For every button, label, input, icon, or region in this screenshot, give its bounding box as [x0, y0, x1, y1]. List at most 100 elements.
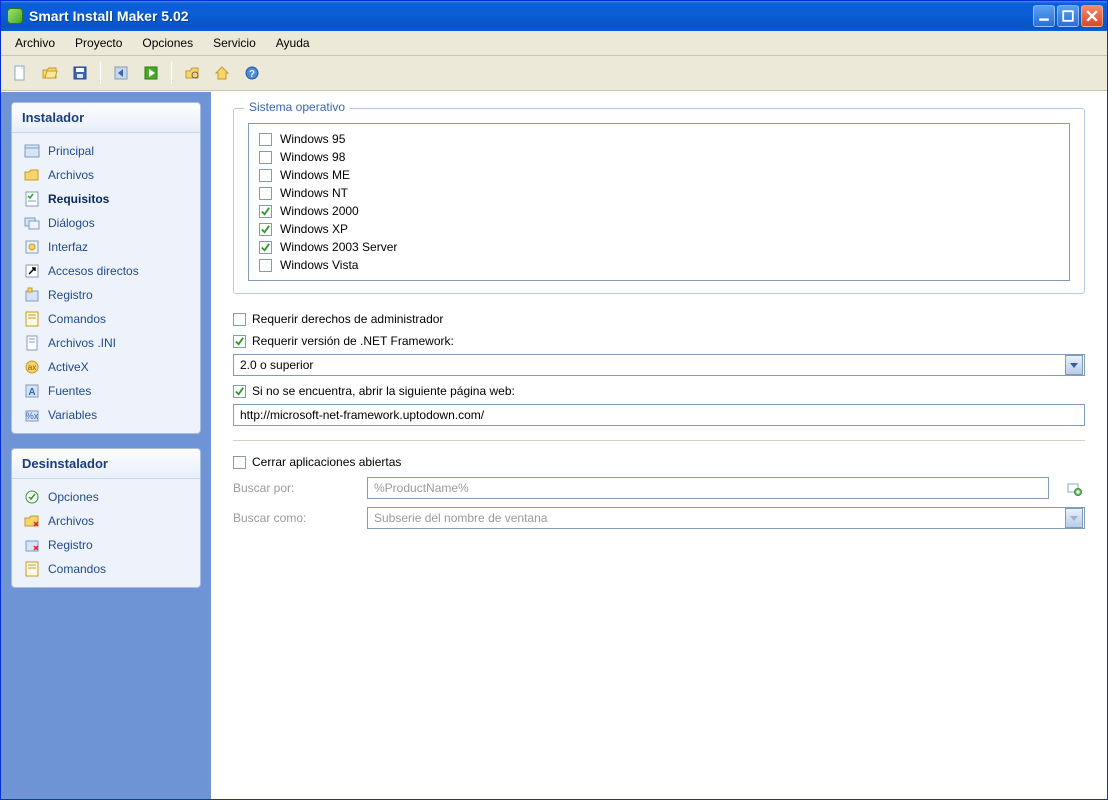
sidebar-item-di-logos[interactable]: Diálogos: [14, 211, 198, 235]
os-label: Windows 95: [280, 132, 345, 146]
menu-archivo[interactable]: Archivo: [7, 33, 63, 53]
openweb-row[interactable]: Si no se encuentra, abrir la siguiente p…: [233, 384, 1085, 398]
closeapps-checkbox[interactable]: [233, 456, 246, 469]
os-checkbox[interactable]: [259, 241, 272, 254]
search-by-input: %ProductName%: [367, 477, 1049, 499]
sidebar-item-archivos[interactable]: Archivos: [14, 509, 198, 533]
os-listbox[interactable]: Windows 95 Windows 98 Windows ME Windows NT…: [248, 123, 1070, 281]
save-button[interactable]: [67, 60, 93, 86]
settings-button[interactable]: [179, 60, 205, 86]
toolbar: [1, 56, 1107, 91]
sidebar: InstaladorPrincipalArchivosRequisitosDiá…: [1, 92, 211, 799]
sidebar-panel: DesinstaladorOpcionesArchivosRegistroCom…: [11, 448, 201, 588]
play-icon: [143, 65, 159, 81]
minimize-button[interactable]: [1033, 5, 1055, 27]
arrow-prev-icon: [113, 65, 129, 81]
os-row[interactable]: Windows 2003 Server: [259, 238, 1059, 256]
sidebar-panel: InstaladorPrincipalArchivosRequisitosDiá…: [11, 102, 201, 434]
netfx-combo-button[interactable]: [1065, 355, 1083, 375]
search-as-row: Buscar como: Subserie del nombre de vent…: [233, 507, 1085, 529]
os-label: Windows Vista: [280, 258, 358, 272]
sidebar-item-registro[interactable]: Registro: [14, 533, 198, 557]
open-button[interactable]: [37, 60, 63, 86]
openweb-url-value: http://microsoft-net-framework.uptodown.…: [234, 408, 1084, 422]
sidebar-item-label: Principal: [48, 144, 94, 158]
os-label: Windows 98: [280, 150, 345, 164]
netfx-row[interactable]: Requerir versión de .NET Framework:: [233, 334, 1085, 348]
os-label: Windows ME: [280, 168, 350, 182]
admin-rights-row[interactable]: Requerir derechos de administrador: [233, 312, 1085, 326]
netfx-combo[interactable]: 2.0 o superior: [233, 354, 1085, 376]
menu-proyecto[interactable]: Proyecto: [67, 33, 130, 53]
os-row[interactable]: Windows XP: [259, 220, 1059, 238]
os-row[interactable]: Windows Vista: [259, 256, 1059, 274]
menu-ayuda[interactable]: Ayuda: [268, 33, 318, 53]
maximize-button[interactable]: [1057, 5, 1079, 27]
menu-opciones[interactable]: Opciones: [134, 33, 201, 53]
os-row[interactable]: Windows 2000: [259, 202, 1059, 220]
sidebar-item-label: Registro: [48, 288, 93, 302]
sidebar-item-label: Accesos directos: [48, 264, 139, 278]
sidebar-item-accesos-directos[interactable]: Accesos directos: [14, 259, 198, 283]
folder-del-icon: [24, 513, 40, 529]
openweb-checkbox[interactable]: [233, 385, 246, 398]
chevron-down-icon: [1070, 361, 1078, 369]
close-icon: [1086, 10, 1098, 22]
os-checkbox[interactable]: [259, 133, 272, 146]
menubar: Archivo Proyecto Opciones Servicio Ayuda: [1, 31, 1107, 56]
close-button[interactable]: [1081, 5, 1103, 27]
sidebar-item-label: Registro: [48, 538, 93, 552]
checklist-icon: [24, 191, 40, 207]
admin-rights-checkbox[interactable]: [233, 313, 246, 326]
sidebar-item-opciones[interactable]: Opciones: [14, 485, 198, 509]
sidebar-item-comandos[interactable]: Comandos: [14, 307, 198, 331]
titlebar: Smart Install Maker 5.02: [1, 1, 1107, 31]
os-groupbox: Sistema operativo Windows 95Windows 98Wi…: [233, 108, 1085, 294]
sidebar-item-archivos[interactable]: Archivos: [14, 163, 198, 187]
chevron-down-icon: [1070, 514, 1078, 522]
help-button[interactable]: [239, 60, 265, 86]
sidebar-item-archivos-ini[interactable]: Archivos .INI: [14, 331, 198, 355]
variables-icon: [24, 407, 40, 423]
os-checkbox[interactable]: [259, 259, 272, 272]
sidebar-item-label: Comandos: [48, 312, 106, 326]
home-button[interactable]: [209, 60, 235, 86]
os-label: Windows 2003 Server: [280, 240, 397, 254]
run-button[interactable]: [138, 60, 164, 86]
prev-button[interactable]: [108, 60, 134, 86]
os-checkbox[interactable]: [259, 223, 272, 236]
os-checkbox[interactable]: [259, 205, 272, 218]
search-by-label: Buscar por:: [233, 481, 353, 495]
file-new-icon: [12, 65, 28, 81]
admin-rights-label: Requerir derechos de administrador: [252, 312, 443, 326]
os-checkbox[interactable]: [259, 169, 272, 182]
closeapps-row[interactable]: Cerrar aplicaciones abiertas: [233, 455, 1085, 469]
add-item-icon: [1066, 480, 1082, 496]
menu-servicio[interactable]: Servicio: [205, 33, 264, 53]
sidebar-item-requisitos[interactable]: Requisitos: [14, 187, 198, 211]
new-button[interactable]: [7, 60, 33, 86]
os-row[interactable]: Windows 95: [259, 130, 1059, 148]
search-by-row: Buscar por: %ProductName%: [233, 477, 1085, 499]
openweb-label: Si no se encuentra, abrir la siguiente p…: [252, 384, 515, 398]
sidebar-item-principal[interactable]: Principal: [14, 139, 198, 163]
openweb-url-input[interactable]: http://microsoft-net-framework.uptodown.…: [233, 404, 1085, 426]
sidebar-item-variables[interactable]: Variables: [14, 403, 198, 427]
sidebar-item-registro[interactable]: Registro: [14, 283, 198, 307]
save-icon: [72, 65, 88, 81]
sidebar-item-label: Archivos: [48, 168, 94, 182]
os-row[interactable]: Windows NT: [259, 184, 1059, 202]
os-checkbox[interactable]: [259, 187, 272, 200]
shortcut-icon: [24, 263, 40, 279]
search-as-value: Subserie del nombre de ventana: [368, 511, 1064, 525]
os-checkbox[interactable]: [259, 151, 272, 164]
sidebar-item-comandos[interactable]: Comandos: [14, 557, 198, 581]
sidebar-item-activex[interactable]: ActiveX: [14, 355, 198, 379]
commands-icon: [24, 311, 40, 327]
sidebar-item-interfaz[interactable]: Interfaz: [14, 235, 198, 259]
os-row[interactable]: Windows ME: [259, 166, 1059, 184]
search-as-combo-button: [1065, 508, 1083, 528]
os-row[interactable]: Windows 98: [259, 148, 1059, 166]
sidebar-item-fuentes[interactable]: Fuentes: [14, 379, 198, 403]
netfx-checkbox[interactable]: [233, 335, 246, 348]
